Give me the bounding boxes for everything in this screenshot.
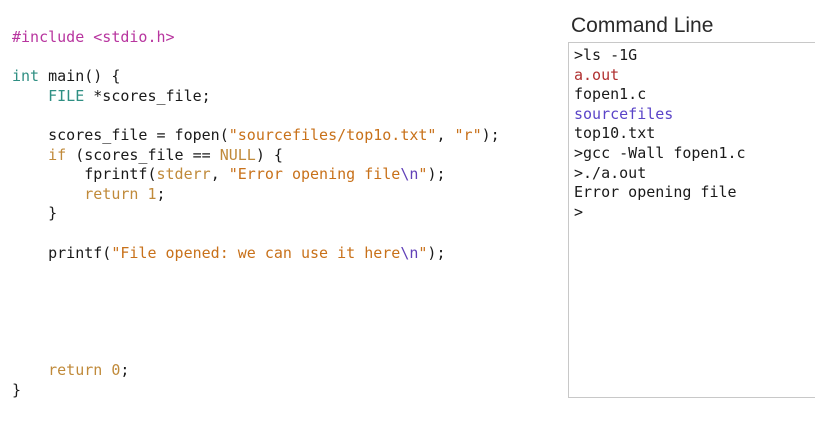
code-line: return 1; [12,185,562,205]
code-line: scores_file = fopen("sourcefiles/top1o.t… [12,126,562,146]
code-token: (scores_file == [66,145,220,164]
code-token: "Error opening file [228,165,401,184]
code-line: fprintf(stderr, "Error opening file\n"); [12,165,562,185]
code-token: } [12,204,58,223]
code-line: } [12,204,562,224]
code-token: ) { [255,145,283,164]
code-line: } [12,381,562,401]
code-token: fprintf( [12,165,157,184]
code-editor[interactable]: #include <stdio.h> int main() { FILE *sco… [12,28,562,400]
code-token: "sourcefiles/top1o.txt" [228,125,437,144]
code-token: ); [427,243,446,262]
code-line: printf("File opened: we can use it here\… [12,244,562,264]
code-line: return 0; [12,361,562,381]
code-token: 1 [147,184,157,203]
terminal-line: > [574,202,584,221]
terminal-line: >./a.out [574,163,647,182]
code-token: int [12,67,40,86]
code-token: FILE [48,86,85,105]
terminal-line: top10.txt [574,124,656,143]
code-token: printf( [12,243,112,262]
code-token: ); [427,165,446,184]
code-token: , [436,125,455,144]
code-token: ; [156,184,166,203]
code-token: #include <stdio.h> [12,28,175,46]
code-token: \n [400,165,419,184]
code-token: \n [400,243,419,262]
code-line: FILE *scores_file; [12,87,562,107]
terminal-line: sourcefiles [574,104,674,123]
code-token: if [48,145,67,164]
code-token: main() { [39,67,121,86]
code-token: scores_file = fopen( [12,125,229,144]
code-line: int main() { [12,67,562,87]
code-token: "r" [454,125,482,144]
terminal-line: Error opening file [574,183,737,202]
command-line-title: Command Line [571,14,714,37]
terminal-line: a.out [574,65,620,84]
terminal-line: >ls -1G [574,46,638,64]
code-token: "File opened: we can use it here [111,243,401,262]
code-token: return [48,361,103,380]
code-token: ; [120,361,130,380]
code-token: , [210,165,229,184]
code-token: stderr [156,165,211,184]
terminal-line: >gcc -Wall fopen1.c [574,143,746,162]
code-line: #include <stdio.h> [12,28,562,48]
code-token: return [84,184,139,203]
code-token: ); [481,125,500,144]
terminal-line: fopen1.c [574,85,647,104]
command-line-panel[interactable]: >ls -1G a.out fopen1.c sourcefiles top10.txt… [568,42,815,398]
code-line: if (scores_file == NULL) { [12,146,562,166]
code-token: } [12,380,22,399]
code-token: *scores_file; [84,86,211,105]
code-token: NULL [219,145,256,164]
